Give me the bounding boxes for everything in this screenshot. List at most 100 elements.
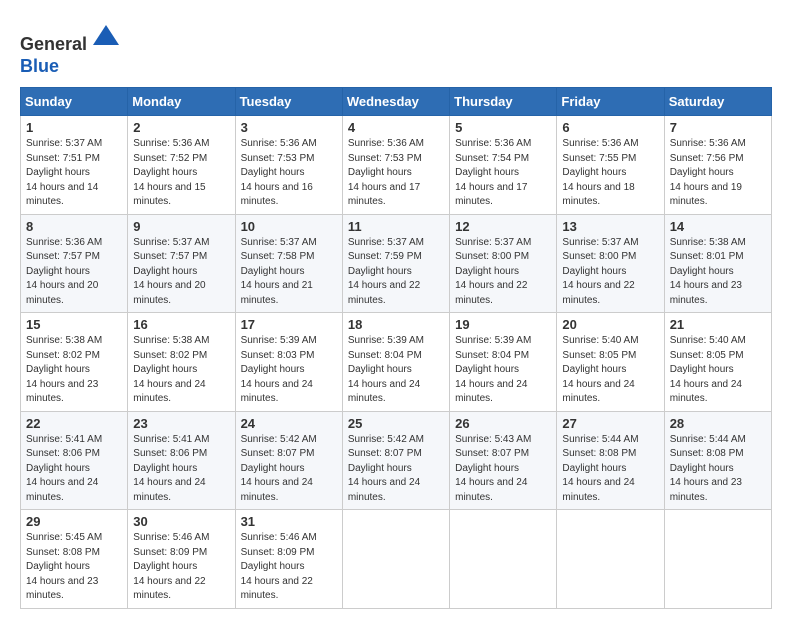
day-number: 2 [133, 120, 229, 135]
calendar-week-row: 1Sunrise: 5:37 AMSunset: 7:51 PMDaylight… [21, 116, 772, 215]
logo: General Blue [20, 20, 121, 77]
calendar-cell: 22 Sunrise: 5:41 AMSunset: 8:06 PMDayligh… [21, 411, 128, 510]
logo-text-general: General [20, 34, 87, 54]
calendar-cell: 4Sunrise: 5:36 AMSunset: 7:53 PMDaylight… [342, 116, 449, 215]
day-info: Sunrise: 5:44 AMSunset: 8:08 PMDaylight … [670, 433, 766, 506]
calendar-cell: 7Sunrise: 5:36 AMSunset: 7:56 PMDaylight… [664, 116, 771, 215]
day-info: Sunrise: 5:36 AMSunset: 7:54 PMDaylight … [455, 137, 551, 210]
calendar-cell: 25 Sunrise: 5:42 AMSunset: 8:07 PMDayligh… [342, 411, 449, 510]
day-number: 8 [26, 219, 122, 234]
calendar-cell [557, 510, 664, 609]
calendar-cell: 30 Sunrise: 5:46 AMSunset: 8:09 PMDayligh… [128, 510, 235, 609]
day-info: Sunrise: 5:44 AMSunset: 8:08 PMDaylight … [562, 433, 658, 506]
calendar-cell: 3 Sunrise: 5:36 AMSunset: 7:53 PMDaylight… [235, 116, 342, 215]
day-number: 1 [26, 120, 122, 135]
calendar-cell: 16 Sunrise: 5:38 AMSunset: 8:02 PMDayligh… [128, 313, 235, 412]
calendar-header-wednesday: Wednesday [342, 88, 449, 116]
day-number: 30 [133, 514, 229, 529]
day-info: Sunrise: 5:37 AMSunset: 8:00 PMDaylight … [562, 236, 658, 309]
calendar-table: SundayMondayTuesdayWednesdayThursdayFrid… [20, 87, 772, 609]
calendar-cell: 26 Sunrise: 5:43 AMSunset: 8:07 PMDayligh… [450, 411, 557, 510]
day-number: 5 [455, 120, 551, 135]
calendar-cell: 15 Sunrise: 5:38 AMSunset: 8:02 PMDayligh… [21, 313, 128, 412]
day-number: 18 [348, 317, 444, 332]
calendar-header-thursday: Thursday [450, 88, 557, 116]
day-number: 27 [562, 416, 658, 431]
calendar-cell [664, 510, 771, 609]
calendar-week-row: 15 Sunrise: 5:38 AMSunset: 8:02 PMDayligh… [21, 313, 772, 412]
calendar-header-tuesday: Tuesday [235, 88, 342, 116]
calendar-cell: 17 Sunrise: 5:39 AMSunset: 8:03 PMDayligh… [235, 313, 342, 412]
day-number: 25 [348, 416, 444, 431]
day-info: Sunrise: 5:40 AMSunset: 8:05 PMDaylight … [562, 334, 658, 407]
day-number: 19 [455, 317, 551, 332]
calendar-cell: 24 Sunrise: 5:42 AMSunset: 8:07 PMDayligh… [235, 411, 342, 510]
calendar-week-row: 29Sunrise: 5:45 AMSunset: 8:08 PMDayligh… [21, 510, 772, 609]
day-info: Sunrise: 5:37 AMSunset: 7:57 PMDaylight … [133, 236, 229, 309]
day-info: Sunrise: 5:36 AMSunset: 7:53 PMDaylight … [348, 137, 444, 210]
calendar-cell: 21 Sunrise: 5:40 AMSunset: 8:05 PMDayligh… [664, 313, 771, 412]
day-number: 16 [133, 317, 229, 332]
day-info: Sunrise: 5:38 AMSunset: 8:02 PMDaylight … [133, 334, 229, 407]
calendar-cell: 20 Sunrise: 5:40 AMSunset: 8:05 PMDayligh… [557, 313, 664, 412]
calendar-cell: 23Sunrise: 5:41 AMSunset: 8:06 PMDayligh… [128, 411, 235, 510]
day-number: 24 [241, 416, 337, 431]
day-number: 29 [26, 514, 122, 529]
day-number: 22 [26, 416, 122, 431]
page-header: General Blue [20, 20, 772, 77]
calendar-header-saturday: Saturday [664, 88, 771, 116]
calendar-header-friday: Friday [557, 88, 664, 116]
day-info: Sunrise: 5:46 AMSunset: 8:09 PMDaylight … [133, 531, 229, 604]
day-info: Sunrise: 5:41 AMSunset: 8:06 PMDaylight … [26, 433, 122, 506]
day-info: Sunrise: 5:36 AMSunset: 7:53 PMDaylight … [241, 137, 337, 210]
day-number: 12 [455, 219, 551, 234]
logo-text-blue: Blue [20, 56, 59, 76]
calendar-cell: 8 Sunrise: 5:36 AMSunset: 7:57 PMDaylight… [21, 214, 128, 313]
day-number: 11 [348, 219, 444, 234]
day-number: 3 [241, 120, 337, 135]
day-info: Sunrise: 5:39 AMSunset: 8:04 PMDaylight … [348, 334, 444, 407]
day-number: 14 [670, 219, 766, 234]
day-info: Sunrise: 5:39 AMSunset: 8:04 PMDaylight … [455, 334, 551, 407]
day-number: 20 [562, 317, 658, 332]
day-info: Sunrise: 5:36 AMSunset: 7:57 PMDaylight … [26, 236, 122, 309]
day-number: 9 [133, 219, 229, 234]
day-info: Sunrise: 5:36 AMSunset: 7:55 PMDaylight … [562, 137, 658, 210]
day-info: Sunrise: 5:36 AMSunset: 7:56 PMDaylight … [670, 137, 766, 210]
calendar-cell: 28 Sunrise: 5:44 AMSunset: 8:08 PMDayligh… [664, 411, 771, 510]
day-number: 21 [670, 317, 766, 332]
calendar-cell: 12 Sunrise: 5:37 AMSunset: 8:00 PMDayligh… [450, 214, 557, 313]
day-info: Sunrise: 5:36 AMSunset: 7:52 PMDaylight … [133, 137, 229, 210]
day-number: 17 [241, 317, 337, 332]
calendar-header-sunday: Sunday [21, 88, 128, 116]
calendar-cell [450, 510, 557, 609]
calendar-cell [342, 510, 449, 609]
day-info: Sunrise: 5:40 AMSunset: 8:05 PMDaylight … [670, 334, 766, 407]
calendar-cell: 2 Sunrise: 5:36 AMSunset: 7:52 PMDaylight… [128, 116, 235, 215]
calendar-cell: 13 Sunrise: 5:37 AMSunset: 8:00 PMDayligh… [557, 214, 664, 313]
day-number: 10 [241, 219, 337, 234]
day-number: 28 [670, 416, 766, 431]
day-number: 26 [455, 416, 551, 431]
day-info: Sunrise: 5:37 AMSunset: 7:58 PMDaylight … [241, 236, 337, 309]
calendar-header-monday: Monday [128, 88, 235, 116]
calendar-week-row: 22 Sunrise: 5:41 AMSunset: 8:06 PMDayligh… [21, 411, 772, 510]
day-number: 15 [26, 317, 122, 332]
calendar-cell: 11Sunrise: 5:37 AMSunset: 7:59 PMDayligh… [342, 214, 449, 313]
calendar-cell: 6Sunrise: 5:36 AMSunset: 7:55 PMDaylight… [557, 116, 664, 215]
day-info: Sunrise: 5:39 AMSunset: 8:03 PMDaylight … [241, 334, 337, 407]
calendar-header-row: SundayMondayTuesdayWednesdayThursdayFrid… [21, 88, 772, 116]
day-info: Sunrise: 5:41 AMSunset: 8:06 PMDaylight … [133, 433, 229, 506]
day-info: Sunrise: 5:42 AMSunset: 8:07 PMDaylight … [348, 433, 444, 506]
day-info: Sunrise: 5:37 AMSunset: 8:00 PMDaylight … [455, 236, 551, 309]
day-info: Sunrise: 5:43 AMSunset: 8:07 PMDaylight … [455, 433, 551, 506]
calendar-cell: 1Sunrise: 5:37 AMSunset: 7:51 PMDaylight… [21, 116, 128, 215]
day-number: 31 [241, 514, 337, 529]
calendar-cell: 27 Sunrise: 5:44 AMSunset: 8:08 PMDayligh… [557, 411, 664, 510]
day-number: 13 [562, 219, 658, 234]
calendar-cell: 14Sunrise: 5:38 AMSunset: 8:01 PMDayligh… [664, 214, 771, 313]
day-info: Sunrise: 5:42 AMSunset: 8:07 PMDaylight … [241, 433, 337, 506]
calendar-cell: 31Sunrise: 5:46 AMSunset: 8:09 PMDayligh… [235, 510, 342, 609]
calendar-cell: 18 Sunrise: 5:39 AMSunset: 8:04 PMDayligh… [342, 313, 449, 412]
day-info: Sunrise: 5:38 AMSunset: 8:02 PMDaylight … [26, 334, 122, 407]
